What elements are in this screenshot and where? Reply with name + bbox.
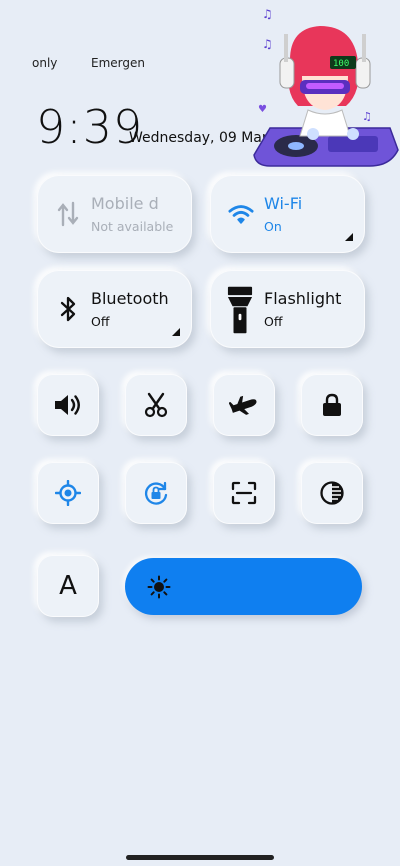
wifi-icon <box>228 199 254 229</box>
wifi-more-indicator[interactable] <box>345 233 353 241</box>
sticker-badge: 100 <box>333 59 349 69</box>
svg-text:♫: ♫ <box>262 37 273 51</box>
mobile-data-icon <box>55 199 81 229</box>
font-size-label: A <box>59 571 77 601</box>
location-tile[interactable] <box>37 462 99 524</box>
scan-icon <box>231 481 257 505</box>
svg-text:♥: ♥ <box>258 104 267 115</box>
wifi-title: Wi-Fi <box>264 194 303 213</box>
sound-icon <box>55 395 80 415</box>
auto-rotate-tile[interactable] <box>125 462 187 524</box>
mobile-data-title: Mobile d <box>91 194 159 213</box>
location-icon <box>55 480 81 506</box>
status-right-text: Emergen <box>91 56 145 70</box>
wifi-tile[interactable]: Wi-Fi On <box>210 175 365 253</box>
clock-time[interactable]: 9:39 <box>36 100 143 154</box>
flashlight-state: Off <box>264 314 283 329</box>
sun-icon <box>147 575 171 599</box>
bluetooth-tile[interactable]: Bluetooth Off <box>37 270 192 348</box>
scan-tile[interactable] <box>213 462 275 524</box>
bluetooth-title: Bluetooth <box>91 289 169 308</box>
bluetooth-more-indicator[interactable] <box>172 328 180 336</box>
svg-text:♫: ♫ <box>362 110 372 123</box>
font-size-tile[interactable]: A <box>37 555 99 617</box>
contrast-tile[interactable] <box>301 462 363 524</box>
contrast-icon <box>320 481 344 505</box>
lock-screen-tile[interactable] <box>301 374 363 436</box>
airplane-mode-tile[interactable] <box>213 374 275 436</box>
flashlight-icon <box>227 284 253 336</box>
svg-text:♫: ♫ <box>262 7 273 21</box>
anime-sticker: ♫ ♫ ♫ ♥ 100 <box>250 0 400 170</box>
screenshot-scissors-tile[interactable] <box>125 374 187 436</box>
bluetooth-state: Off <box>91 314 110 329</box>
bluetooth-icon <box>55 294 81 324</box>
wifi-state: On <box>264 219 282 234</box>
scissors-icon <box>144 392 168 418</box>
lock-icon <box>323 393 341 416</box>
mobile-data-tile[interactable]: Mobile d Not available <box>37 175 192 253</box>
home-indicator[interactable] <box>126 855 274 860</box>
flashlight-tile[interactable]: Flashlight Off <box>210 270 365 348</box>
status-left-text: only <box>32 56 58 70</box>
airplane-icon <box>229 395 257 415</box>
sound-tile[interactable] <box>37 374 99 436</box>
auto-rotate-icon <box>144 481 168 505</box>
mobile-data-state: Not available <box>91 219 174 234</box>
flashlight-title: Flashlight <box>264 289 342 308</box>
brightness-slider[interactable] <box>125 558 362 615</box>
